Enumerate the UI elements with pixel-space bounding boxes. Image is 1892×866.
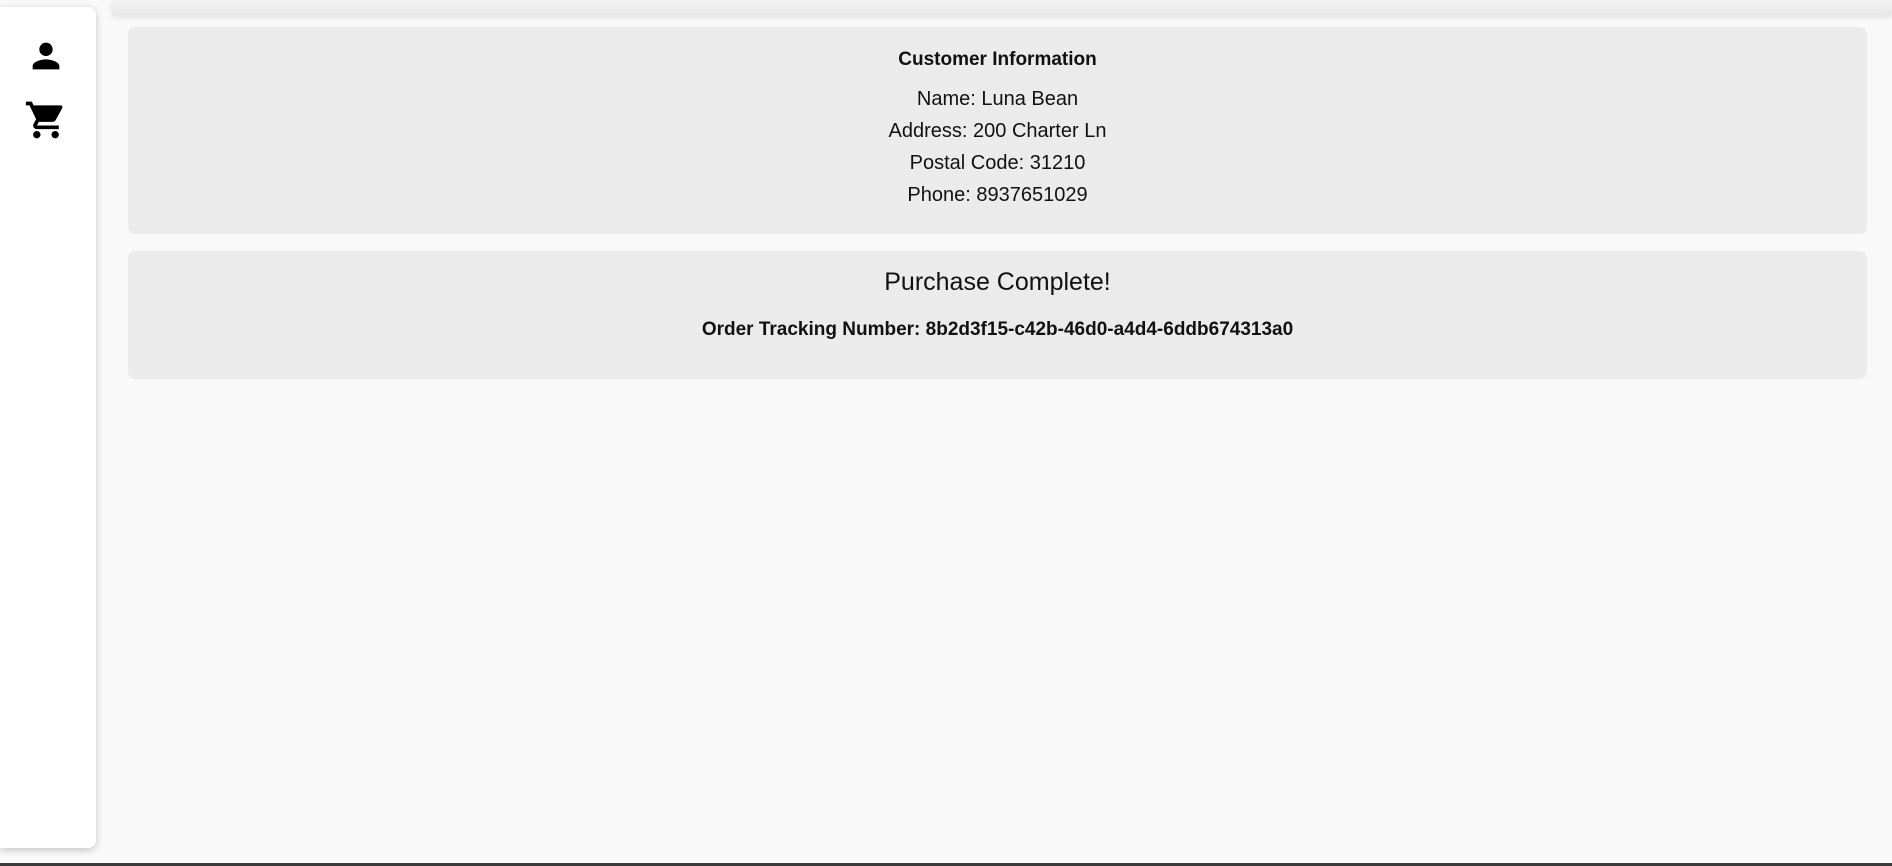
customer-information-card: Customer Information Name: Luna Bean Add… [128, 27, 1867, 234]
top-app-bar [112, 0, 1892, 14]
shopping-cart-icon [24, 98, 68, 142]
order-tracking-number: Order Tracking Number: 8b2d3f15-c42b-46d… [701, 319, 1294, 340]
customer-postal-code: Postal Code: 31210 [909, 152, 1086, 174]
customer-phone: Phone: 8937651029 [907, 184, 1088, 206]
sidebar-item-cart[interactable] [20, 94, 72, 146]
purchase-complete-title: Purchase Complete! [884, 268, 1111, 296]
person-icon [26, 36, 66, 76]
customer-address: Address: 200 Charter Ln [888, 120, 1107, 142]
customer-name: Name: Luna Bean [916, 88, 1079, 110]
sidebar [0, 7, 96, 848]
page: Customer Information Name: Luna Bean Add… [0, 0, 1892, 866]
customer-information-title: Customer Information [898, 49, 1097, 70]
purchase-complete-card: Purchase Complete! Order Tracking Number… [128, 251, 1867, 379]
sidebar-item-profile[interactable] [20, 30, 72, 82]
